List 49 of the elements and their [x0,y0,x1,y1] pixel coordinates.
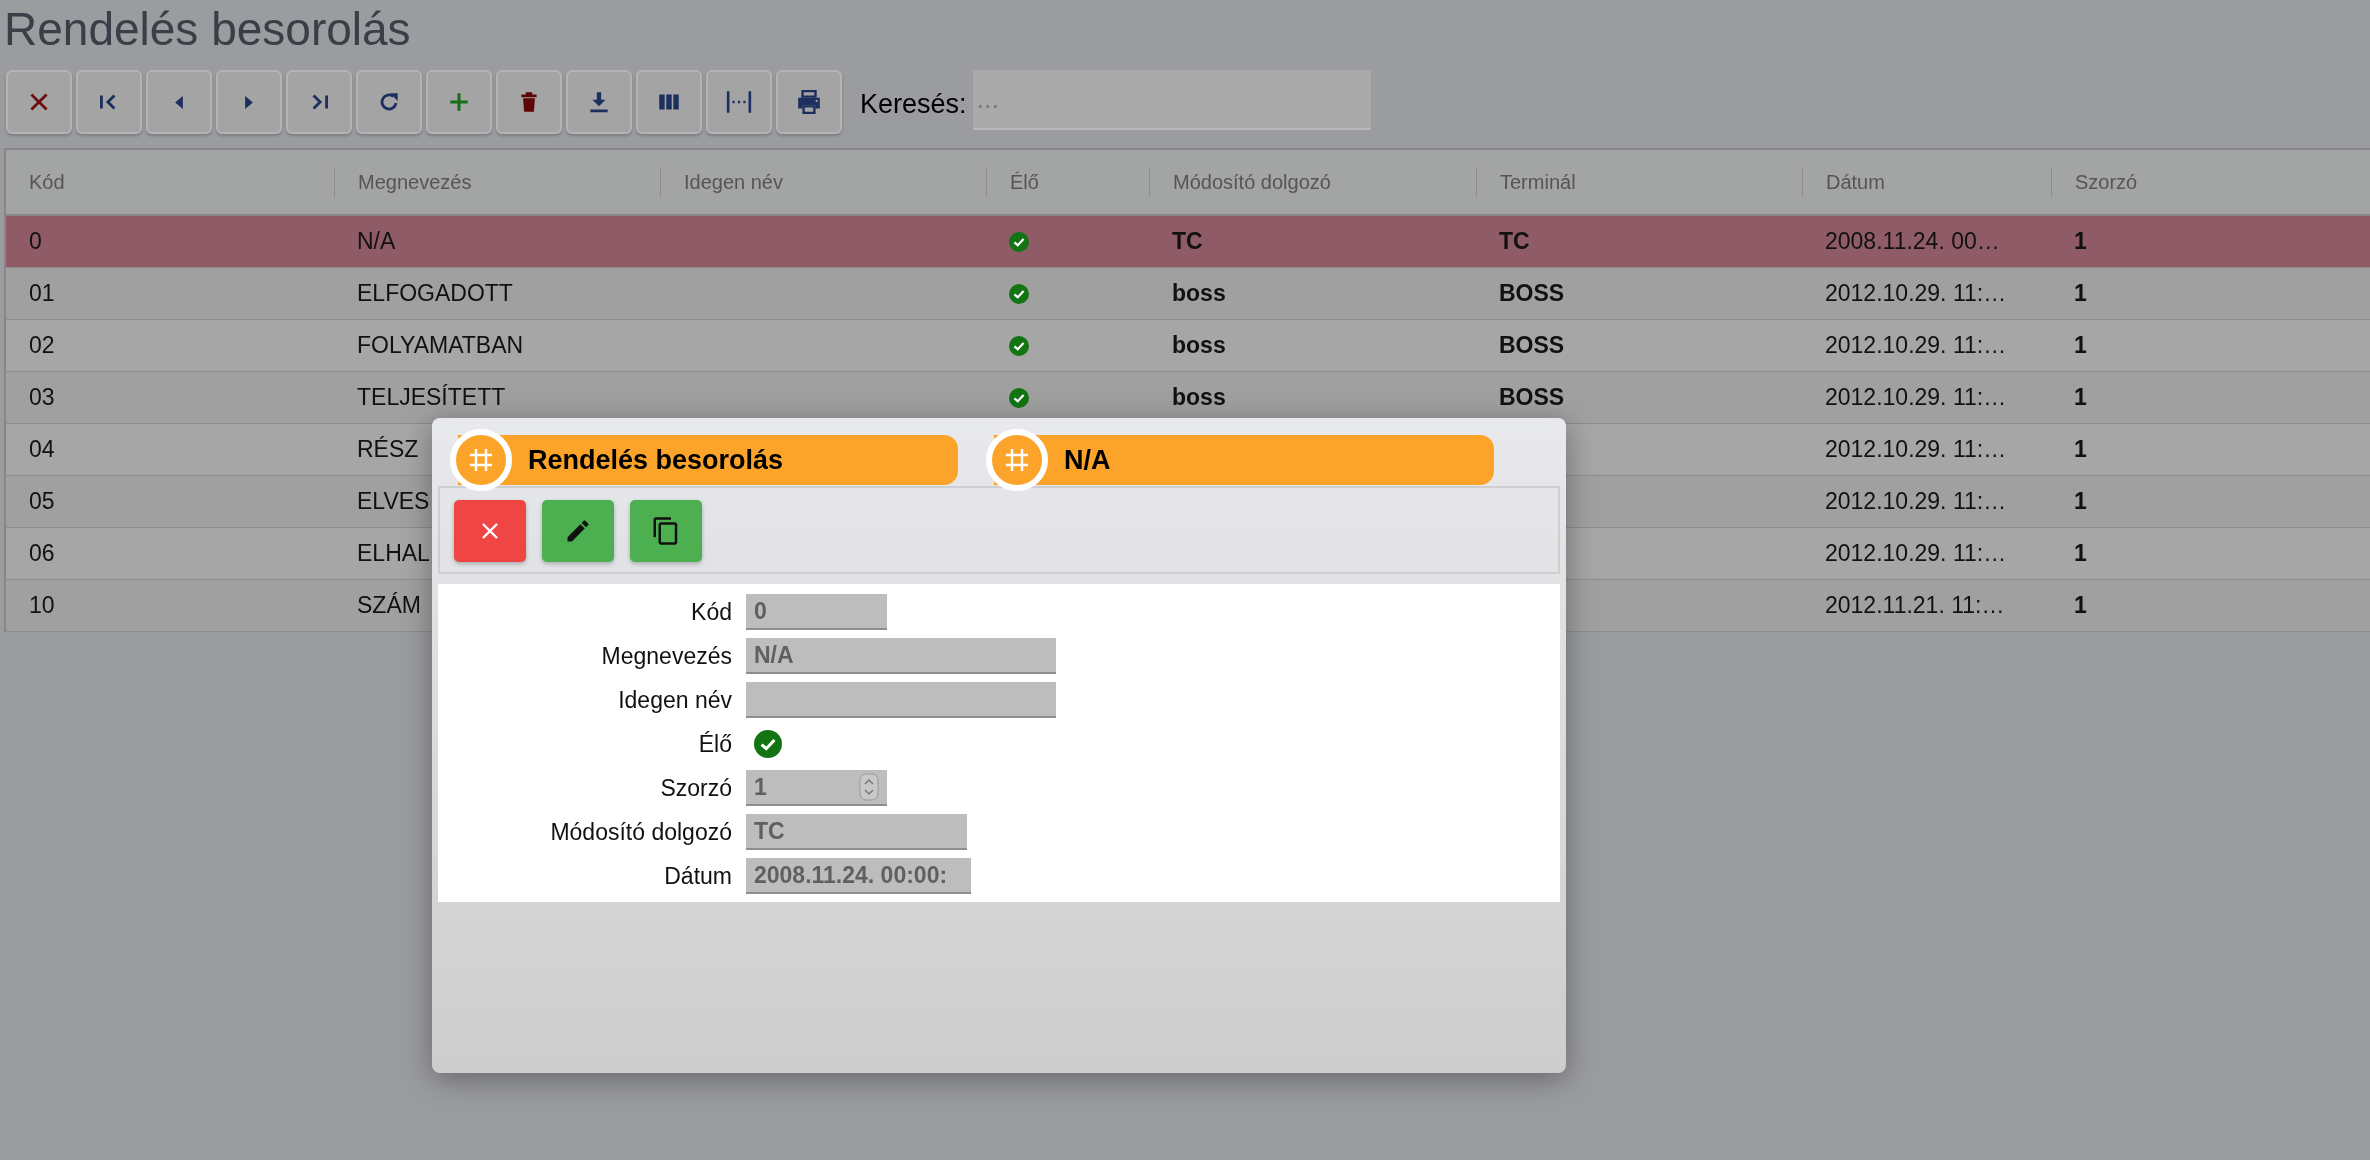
table-cell: 03 [29,384,55,411]
field-label: Élő [697,730,733,758]
field-label: Módosító dolgozó [549,818,733,846]
table-cell: 1 [2074,332,2087,359]
table-cell: TC [1172,228,1203,255]
table-cell: 2012.10.29. 11:… [1825,436,2007,463]
table-cell: 1 [2074,540,2087,567]
table-cell: 01 [29,280,55,307]
table-cell: ELFOGADOTT [357,280,513,307]
table-cell: 2008.11.24. 00… [1825,228,2000,255]
table-cell: 2012.10.29. 11:… [1825,384,2007,411]
search-label: Keresés: [860,89,967,120]
table-cell: ELHAL [357,540,430,567]
table-cell: N/A [357,228,396,255]
table-cell: 2012.10.29. 11:… [1825,540,2007,567]
field-label: Kód [690,598,733,626]
table-cell: 1 [2074,280,2087,307]
table-cell: 05 [29,488,55,515]
table-cell: FOLYAMATBAN [357,332,524,359]
table-cell: boss [1172,332,1226,359]
table-cell: 1 [2074,384,2087,411]
table-cell: 2012.10.29. 11:… [1825,332,2007,359]
table-cell: 10 [29,592,55,619]
page-title: Rendelés besorolás [3,2,412,57]
table-cell: 04 [29,436,55,463]
table-cell: BOSS [1499,384,1565,411]
table-cell: 1 [2074,228,2087,255]
table-cell: ELVES [357,488,430,515]
table-cell: BOSS [1499,280,1565,307]
table-cell: BOSS [1499,332,1565,359]
field-label: Idegen név [617,686,733,714]
field-label: Megnevezés [600,642,733,670]
table-cell: 2012.10.29. 11:… [1825,488,2007,515]
table-cell: boss [1172,280,1226,307]
table-cell: RÉSZ [357,436,419,463]
table-cell: 06 [29,540,55,567]
table-cell: TELJESÍTETT [357,384,506,411]
table-cell: 2012.10.29. 11:… [1825,280,2007,307]
table-cell: 1 [2074,592,2087,619]
table-cell: 2012.11.21. 11:… [1825,592,2005,619]
table-cell: boss [1172,384,1226,411]
table-cell: 1 [2074,488,2087,515]
table-cell: 0 [29,228,42,255]
table-cell: TC [1499,228,1530,255]
field-label: Dátum [663,862,733,890]
table-cell: 02 [29,332,55,359]
table-cell: 1 [2074,436,2087,463]
table-cell: SZÁM [357,592,421,619]
field-label: Szorzó [659,774,733,802]
